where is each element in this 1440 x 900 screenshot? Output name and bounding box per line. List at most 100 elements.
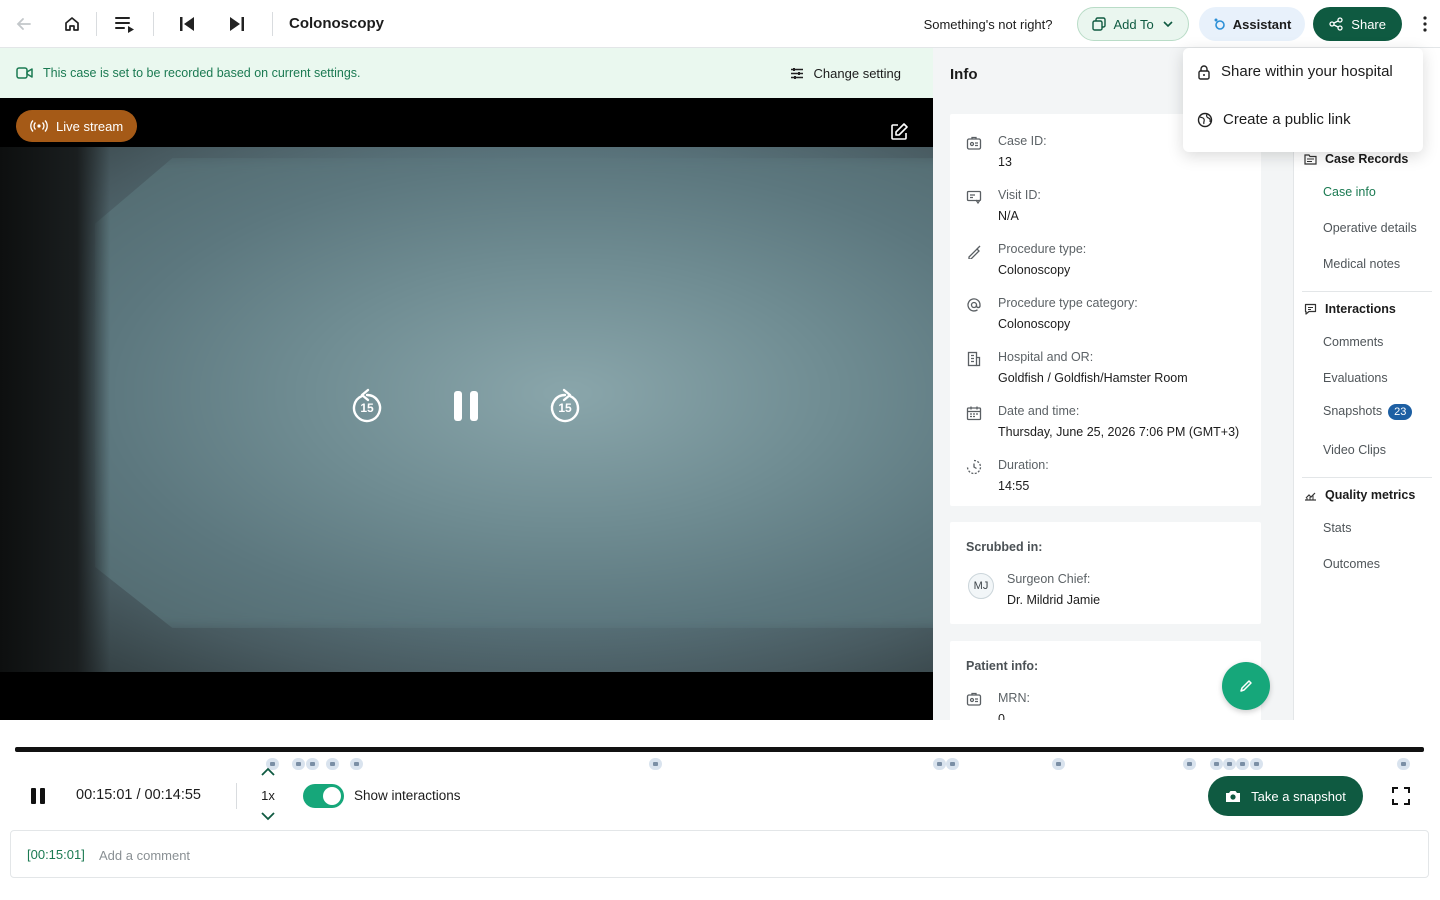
field-duration: Duration: 14:55 (950, 445, 1261, 499)
live-stream-badge: Live stream (16, 110, 138, 142)
nav-interactions[interactable]: Interactions (1304, 302, 1396, 316)
mrn-value: 0 (998, 712, 1005, 720)
next-case-icon[interactable] (220, 0, 254, 48)
share-within-hospital-item[interactable]: Share within your hospital (1197, 63, 1393, 80)
nav-evaluations[interactable]: Evaluations (1323, 371, 1388, 385)
field-procedure-category: Procedure type category: Colonoscopy (950, 283, 1261, 337)
patient-info-card: Patient info: MRN: 0 (950, 641, 1261, 720)
add-to-label: Add To (1113, 16, 1154, 32)
lock-icon (1198, 64, 1210, 80)
snapshot-marker[interactable] (1236, 758, 1249, 770)
video-vignette (0, 147, 110, 672)
field-label: Date and time: (998, 404, 1080, 418)
mrn-icon (966, 692, 982, 706)
share-icon (1329, 17, 1343, 31)
snapshot-marker[interactable] (1052, 758, 1065, 770)
speed-down-icon[interactable] (260, 811, 276, 821)
share-button[interactable]: Share (1313, 7, 1402, 41)
create-public-link-label: Create a public link (1223, 111, 1351, 128)
pause-button[interactable] (28, 786, 48, 806)
broadcast-icon (30, 120, 48, 132)
nav-interactions-label: Interactions (1325, 302, 1396, 316)
field-visit-id: Visit ID: N/A (950, 175, 1261, 229)
snapshot-marker[interactable] (1250, 758, 1263, 770)
timeline-scrubber[interactable] (15, 747, 1424, 752)
pause-icon (31, 788, 45, 804)
snapshot-marker[interactable] (1397, 758, 1410, 770)
forward-seconds: 15 (558, 401, 572, 415)
create-public-link-item[interactable]: Create a public link (1197, 111, 1351, 128)
field-procedure-type: Procedure type: Colonoscopy (950, 229, 1261, 283)
snapshot-marker[interactable] (350, 758, 363, 770)
change-setting-label: Change setting (813, 65, 901, 81)
forward-15-button[interactable]: 15 (548, 388, 582, 424)
add-to-button[interactable]: Add To (1076, 7, 1189, 41)
nav-video-clips[interactable]: Video Clips (1323, 443, 1386, 457)
patient-info-title: Patient info: (966, 659, 1039, 673)
edit-icon[interactable] (889, 122, 909, 142)
globe-icon (1197, 112, 1213, 127)
nav-stats[interactable]: Stats (1323, 521, 1352, 535)
feedback-link[interactable]: Something's not right? (924, 17, 1053, 32)
nav-operative-details[interactable]: Operative details (1323, 221, 1417, 235)
fullscreen-icon[interactable] (1391, 786, 1411, 806)
surgeon-name: Dr. Mildrid Jamie (1007, 593, 1101, 607)
edit-info-button[interactable] (1222, 662, 1270, 710)
nav-quality-metrics[interactable]: Quality metrics (1304, 488, 1415, 502)
chat-icon (1304, 303, 1317, 315)
field-label: Case ID: (998, 134, 1047, 148)
field-value: 14:55 (998, 479, 1030, 493)
recording-banner-text: This case is set to be recorded based on… (43, 66, 361, 80)
video-player[interactable]: Live stream 15 15 (0, 98, 933, 720)
previous-case-icon[interactable] (154, 0, 220, 48)
share-dropdown-menu: Share within your hospital Create a publ… (1183, 48, 1423, 152)
home-icon[interactable] (48, 0, 96, 48)
show-interactions-label: Show interactions (354, 788, 461, 803)
divider (272, 11, 273, 36)
nav-comments[interactable]: Comments (1323, 335, 1383, 349)
field-label: Procedure type category: (998, 296, 1138, 310)
playlist-icon[interactable] (97, 0, 153, 48)
nav-case-records[interactable]: Case Records (1304, 152, 1408, 166)
nav-divider (1302, 477, 1432, 478)
snapshot-marker[interactable] (1210, 758, 1223, 770)
assistant-button[interactable]: Assistant (1198, 7, 1306, 41)
playback-speed: 1x (261, 788, 275, 803)
field-value: Colonoscopy (998, 263, 1071, 277)
settings-sliders-icon (790, 67, 803, 79)
snapshot-marker[interactable] (326, 758, 339, 770)
snapshot-marker[interactable] (292, 758, 305, 770)
take-snapshot-button[interactable]: Take a snapshot (1208, 776, 1363, 816)
field-label: Duration: (998, 458, 1049, 472)
mrn-label: MRN: (998, 691, 1030, 705)
nav-case-info[interactable]: Case info (1323, 185, 1376, 199)
recording-banner: This case is set to be recorded based on… (0, 48, 933, 98)
nav-outcomes[interactable]: Outcomes (1323, 557, 1380, 571)
back-arrow-icon[interactable] (0, 0, 48, 48)
change-setting-button[interactable]: Change setting (790, 48, 901, 98)
nav-medical-notes[interactable]: Medical notes (1323, 257, 1400, 271)
snapshot-marker[interactable] (1183, 758, 1196, 770)
share-within-hospital-label: Share within your hospital (1221, 63, 1393, 80)
surgeon-role: Surgeon Chief: (1007, 572, 1091, 586)
comment-timestamp[interactable]: [00:15:01] (27, 847, 85, 862)
speed-up-icon[interactable] (260, 767, 276, 777)
copy-icon (1091, 17, 1106, 31)
nav-snapshots[interactable]: Snapshots 23 (1323, 404, 1413, 420)
divider (236, 783, 237, 809)
show-interactions-toggle[interactable] (303, 784, 344, 808)
snapshot-marker[interactable] (933, 758, 946, 770)
snapshot-marker[interactable] (1223, 758, 1236, 770)
snapshot-marker[interactable] (306, 758, 319, 770)
field-value: N/A (998, 209, 1019, 223)
more-options-icon[interactable] (1410, 7, 1440, 41)
pause-overlay-button[interactable] (452, 390, 480, 422)
nav-quality-metrics-label: Quality metrics (1325, 488, 1416, 502)
snapshot-marker[interactable] (649, 758, 662, 770)
snapshot-marker[interactable] (946, 758, 959, 770)
comment-input[interactable] (99, 845, 699, 865)
nav-divider (1302, 291, 1432, 292)
rewind-15-button[interactable]: 15 (350, 388, 384, 424)
center-playback-controls: 15 15 (350, 388, 582, 424)
field-value: Colonoscopy (998, 317, 1071, 331)
